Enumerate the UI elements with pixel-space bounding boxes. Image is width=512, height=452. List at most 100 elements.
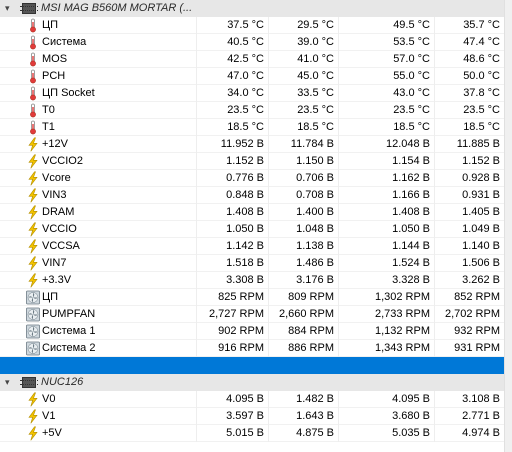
sensor-min-value: 18.5 °C <box>268 119 338 136</box>
sensor-name: Система 1 <box>42 325 96 337</box>
sensor-min-value: 1.150 B <box>268 153 338 170</box>
sensor-current-value: 1.142 B <box>196 238 268 255</box>
sensor-current-value: 34.0 °C <box>196 85 268 102</box>
sensor-row[interactable]: T0 23.5 °C 23.5 °C 23.5 °C 23.5 °C <box>0 102 512 119</box>
sensor-group-header[interactable]: ▾ MSI MAG B560M MORTAR (... <box>0 0 512 17</box>
sensor-name: DRAM <box>42 206 75 218</box>
sensor-row[interactable]: VIN7 1.518 B 1.486 B 1.524 B 1.506 B <box>0 255 512 272</box>
sensor-min-value: 886 RPM <box>268 340 338 357</box>
sensor-min-value: 3.176 B <box>268 272 338 289</box>
sensor-max-value: 1.524 B <box>338 255 434 272</box>
sensor-row[interactable]: ЦП Socket 34.0 °C 33.5 °C 43.0 °C 37.8 °C <box>0 85 512 102</box>
sensor-min-value: 1.486 B <box>268 255 338 272</box>
thermometer-icon <box>26 18 40 33</box>
expand-toggle-icon[interactable]: ▾ <box>5 374 10 391</box>
sensor-current-value: 37.5 °C <box>196 17 268 34</box>
sensor-avg-value: 0.928 B <box>434 170 504 187</box>
sensor-current-value: 2,727 RPM <box>196 306 268 323</box>
sensor-name: T1 <box>42 121 55 133</box>
sensor-name: MOS <box>42 53 68 65</box>
sensor-row[interactable]: Система 1 902 RPM 884 RPM 1,132 RPM 932 RPM <box>0 323 512 340</box>
vertical-scrollbar[interactable] <box>504 0 512 452</box>
chip-icon <box>20 377 38 388</box>
sensor-avg-value: 2.771 B <box>434 408 504 425</box>
sensor-name: Система 2 <box>42 342 96 354</box>
sensor-row[interactable]: ЦП 825 RPM 809 RPM 1,302 RPM 852 RPM <box>0 289 512 306</box>
thermometer-icon <box>26 86 40 101</box>
sensor-row[interactable]: MOS 42.5 °C 41.0 °C 57.0 °C 48.6 °C <box>0 51 512 68</box>
sensor-row[interactable]: Система 2 916 RPM 886 RPM 1,343 RPM 931 RPM <box>0 340 512 357</box>
sensor-row[interactable]: VCCIO2 1.152 B 1.150 B 1.154 B 1.152 B <box>0 153 512 170</box>
sensor-row[interactable]: DRAM 1.408 B 1.400 B 1.408 B 1.405 B <box>0 204 512 221</box>
sensor-max-value: 55.0 °C <box>338 68 434 85</box>
sensor-row[interactable]: V0 4.095 B 1.482 B 4.095 B 3.108 B <box>0 391 512 408</box>
sensor-group-header[interactable]: ▾ NUC126 <box>0 374 512 391</box>
lightning-icon <box>26 154 40 169</box>
sensor-name: ЦП <box>42 291 59 303</box>
sensor-row[interactable]: ЦП 37.5 °C 29.5 °C 49.5 °C 35.7 °C <box>0 17 512 34</box>
fan-icon <box>26 307 40 322</box>
sensor-min-value: 884 RPM <box>268 323 338 340</box>
sensor-name: PCH <box>42 70 66 82</box>
sensor-max-value: 4.095 B <box>338 391 434 408</box>
sensor-avg-value: 47.4 °C <box>434 34 504 51</box>
sensor-row[interactable]: +12V 11.952 B 11.784 B 12.048 B 11.885 B <box>0 136 512 153</box>
expand-toggle-icon[interactable]: ▾ <box>5 0 10 17</box>
sensor-row[interactable]: V1 3.597 B 1.643 B 3.680 B 2.771 B <box>0 408 512 425</box>
lightning-icon <box>26 171 40 186</box>
sensor-row[interactable]: Vcore 0.776 B 0.706 B 1.162 B 0.928 B <box>0 170 512 187</box>
sensor-min-value: 23.5 °C <box>268 102 338 119</box>
sensor-max-value: 3.680 B <box>338 408 434 425</box>
sensor-avg-value: 1.140 B <box>434 238 504 255</box>
sensor-row[interactable]: Система 40.5 °C 39.0 °C 53.5 °C 47.4 °C <box>0 34 512 51</box>
sensor-row[interactable]: +3.3V 3.308 B 3.176 B 3.328 B 3.262 B <box>0 272 512 289</box>
fan-icon <box>26 341 40 356</box>
sensor-group-title: MSI MAG B560M MORTAR (... <box>41 2 193 14</box>
sensor-current-value: 40.5 °C <box>196 34 268 51</box>
sensor-min-value: 1.138 B <box>268 238 338 255</box>
sensor-name: ЦП <box>42 19 59 31</box>
sensor-row[interactable]: VCCIO 1.050 B 1.048 B 1.050 B 1.049 B <box>0 221 512 238</box>
sensor-current-value: 47.0 °C <box>196 68 268 85</box>
sensor-row[interactable]: VIN3 0.848 B 0.708 B 1.166 B 0.931 B <box>0 187 512 204</box>
sensor-current-value: 3.308 B <box>196 272 268 289</box>
sensor-max-value: 1,343 RPM <box>338 340 434 357</box>
sensor-current-value: 42.5 °C <box>196 51 268 68</box>
thermometer-icon <box>26 69 40 84</box>
sensor-current-value: 11.952 B <box>196 136 268 153</box>
selected-empty-row[interactable] <box>0 357 512 374</box>
sensor-current-value: 1.518 B <box>196 255 268 272</box>
sensor-avg-value: 1.049 B <box>434 221 504 238</box>
sensor-table: ▾ MSI MAG B560M MORTAR (... ЦП 37.5 °C 29.5 … <box>0 0 512 452</box>
sensor-max-value: 1.154 B <box>338 153 434 170</box>
sensor-name: VIN7 <box>42 257 67 269</box>
sensor-row[interactable]: VCCSA 1.142 B 1.138 B 1.144 B 1.140 B <box>0 238 512 255</box>
sensor-avg-value: 3.262 B <box>434 272 504 289</box>
sensor-max-value: 2,733 RPM <box>338 306 434 323</box>
sensor-name: T0 <box>42 104 55 116</box>
lightning-icon <box>26 256 40 271</box>
sensor-min-value: 4.875 B <box>268 425 338 442</box>
lightning-icon <box>26 426 40 441</box>
sensor-avg-value: 11.885 B <box>434 136 504 153</box>
sensor-min-value: 41.0 °C <box>268 51 338 68</box>
lightning-icon <box>26 188 40 203</box>
lightning-icon <box>26 222 40 237</box>
sensor-row[interactable]: +5V 5.015 B 4.875 B 5.035 B 4.974 B <box>0 425 512 442</box>
sensor-current-value: 3.597 B <box>196 408 268 425</box>
sensor-row[interactable]: PCH 47.0 °C 45.0 °C 55.0 °C 50.0 °C <box>0 68 512 85</box>
sensor-avg-value: 1.405 B <box>434 204 504 221</box>
sensor-current-value: 916 RPM <box>196 340 268 357</box>
thermometer-icon <box>26 35 40 50</box>
sensor-min-value: 0.706 B <box>268 170 338 187</box>
sensor-row[interactable]: T1 18.5 °C 18.5 °C 18.5 °C 18.5 °C <box>0 119 512 136</box>
sensor-name: VIN3 <box>42 189 67 201</box>
sensor-max-value: 5.035 B <box>338 425 434 442</box>
sensor-name: V1 <box>42 410 56 422</box>
sensor-name: +3.3V <box>42 274 72 286</box>
sensor-avg-value: 931 RPM <box>434 340 504 357</box>
sensor-avg-value: 852 RPM <box>434 289 504 306</box>
sensor-current-value: 0.776 B <box>196 170 268 187</box>
sensor-avg-value: 23.5 °C <box>434 102 504 119</box>
sensor-row[interactable]: PUMPFAN 2,727 RPM 2,660 RPM 2,733 RPM 2,702 … <box>0 306 512 323</box>
